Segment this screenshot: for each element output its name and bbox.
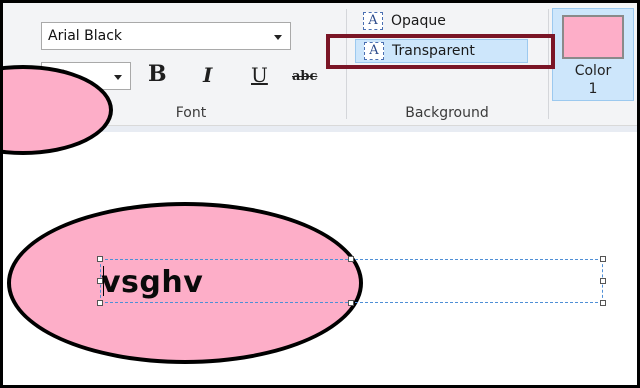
strikethrough-button[interactable]: abc	[292, 69, 317, 84]
underline-button[interactable]: U	[251, 63, 268, 87]
background-group-label: Background	[405, 105, 489, 121]
text-cursor	[103, 266, 104, 296]
chevron-down-icon	[114, 75, 122, 80]
chevron-down-icon	[274, 35, 282, 40]
resize-handle[interactable]	[600, 300, 606, 306]
paint-window: Arial Black 16 B I U abc Font A Opaque A…	[0, 0, 640, 388]
font-family-value: Arial Black	[48, 28, 123, 44]
resize-handle[interactable]	[348, 256, 354, 262]
color1-swatch	[562, 15, 624, 59]
opaque-label: Opaque	[391, 13, 446, 29]
resize-handle[interactable]	[348, 300, 354, 306]
color1-label: Color	[574, 63, 612, 79]
color1-button[interactable]: Color 1	[552, 8, 634, 101]
resize-handle[interactable]	[97, 256, 103, 262]
font-family-dropdown[interactable]: Arial Black	[41, 22, 291, 50]
resize-handle[interactable]	[600, 278, 606, 284]
color1-label-number: 1	[588, 81, 598, 97]
resize-handle[interactable]	[97, 300, 103, 306]
resize-handle[interactable]	[600, 256, 606, 262]
canvas-text: vsghv	[101, 265, 204, 300]
italic-button[interactable]: I	[203, 63, 212, 87]
opaque-icon: A	[363, 12, 383, 30]
highlight-annotation	[326, 34, 555, 69]
opaque-button[interactable]: A Opaque	[355, 10, 515, 34]
bold-button[interactable]: B	[148, 61, 167, 87]
